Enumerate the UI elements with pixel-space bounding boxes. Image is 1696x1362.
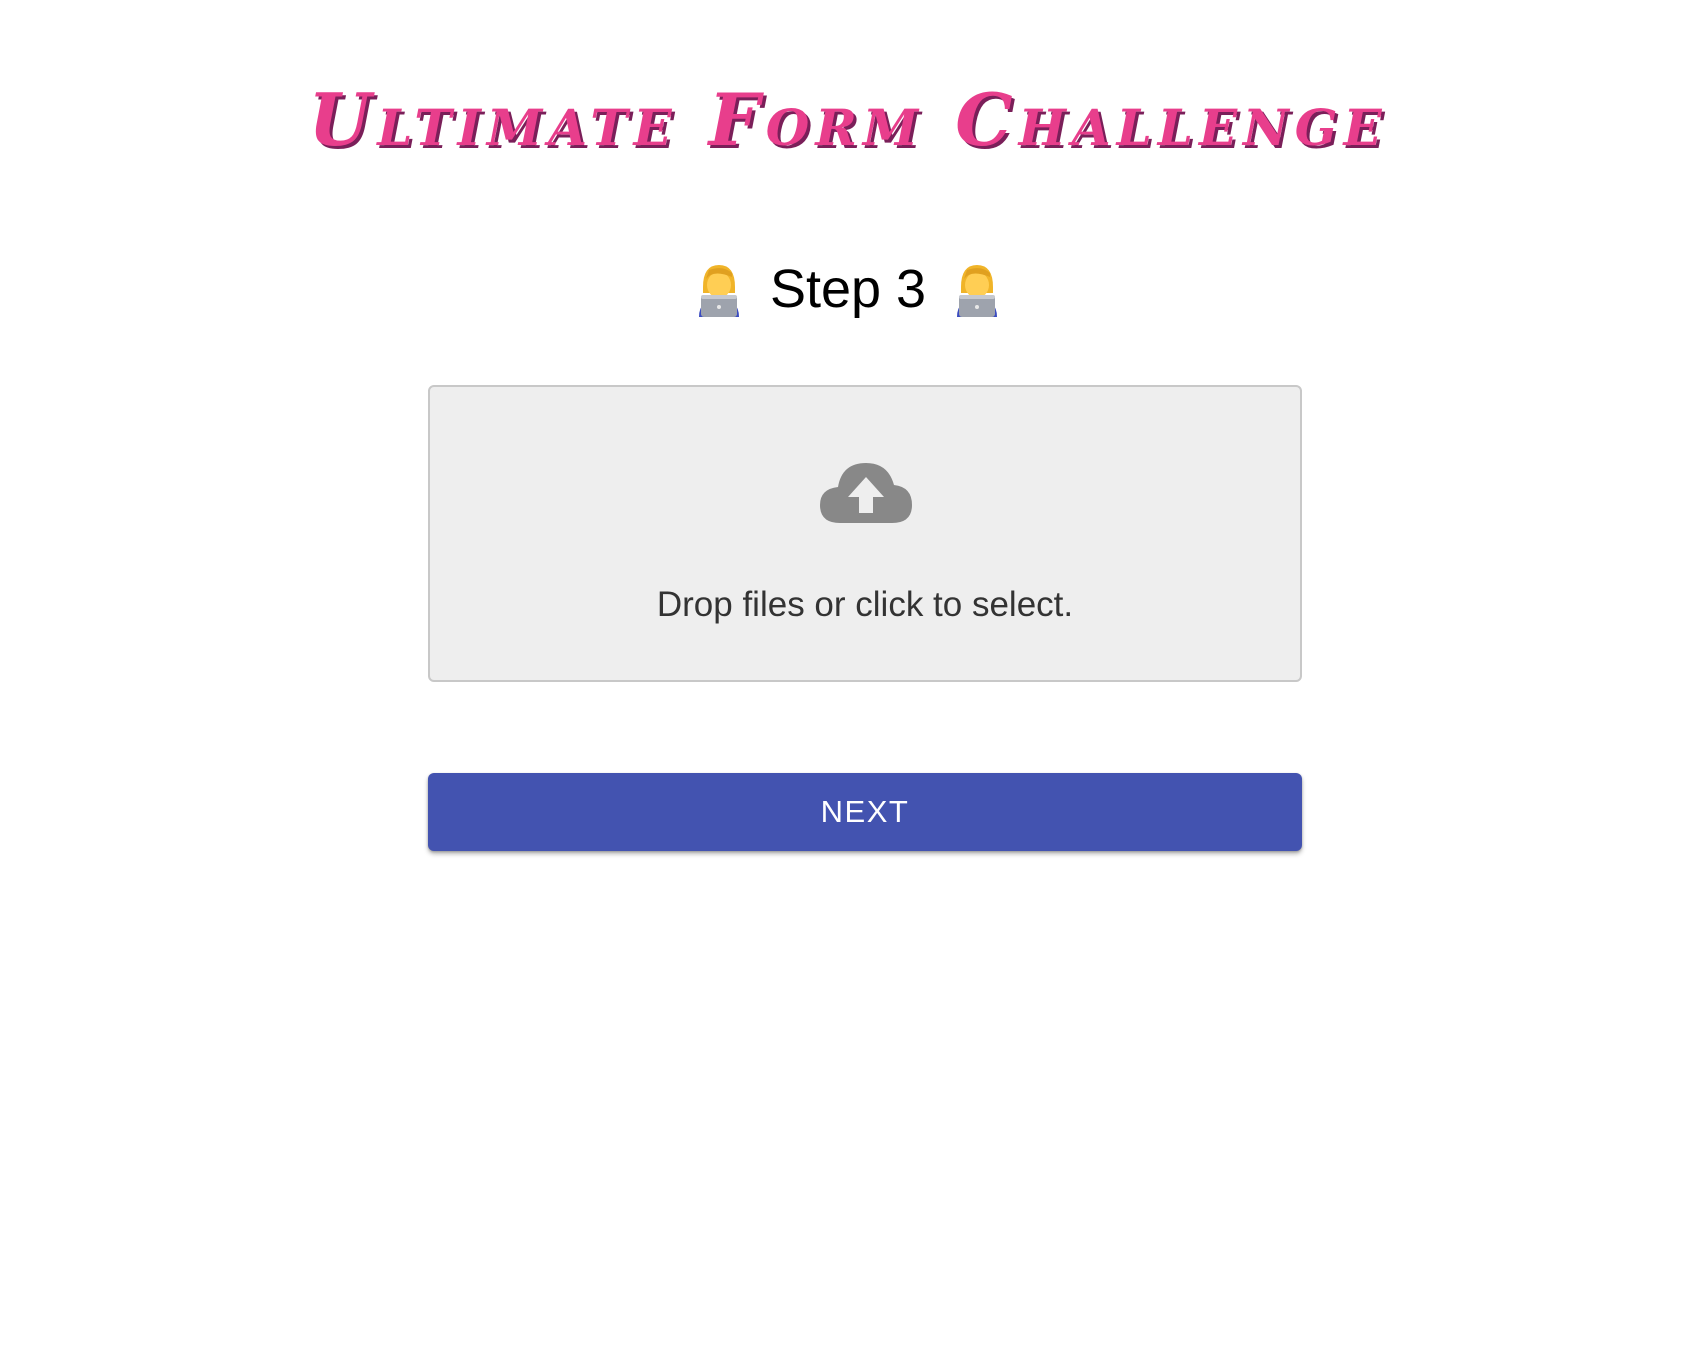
cloud-upload-icon — [820, 463, 912, 523]
woman-technologist-icon — [698, 264, 739, 317]
page: Ultimate Form Challenge Step 3 Drop file… — [0, 0, 1696, 1362]
next-button[interactable]: Next — [428, 773, 1302, 851]
dropzone-text: Drop files or click to select. — [656, 585, 1074, 624]
step-heading: Step 3 — [0, 255, 1696, 323]
woman-technologist-icon — [957, 264, 998, 317]
page-title: Ultimate Form Challenge — [308, 77, 1388, 162]
file-dropzone[interactable]: Drop files or click to select. — [428, 385, 1302, 682]
step-label: Step 3 — [769, 259, 927, 319]
